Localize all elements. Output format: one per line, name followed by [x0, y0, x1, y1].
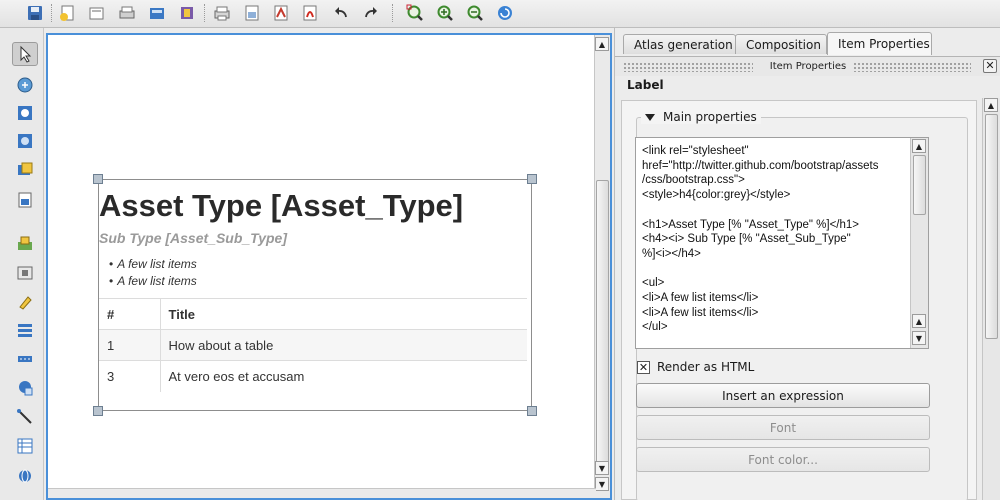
resize-handle[interactable] — [93, 406, 103, 416]
table-cell: How about a table — [160, 329, 527, 361]
table-cell: 3 — [99, 360, 161, 392]
editor-scrollbar[interactable]: ▲ ▲ ▼ — [910, 138, 928, 348]
list-item: A few list items — [109, 256, 197, 273]
tab-atlas-generation[interactable]: Atlas generation — [623, 34, 736, 54]
dock-title-bar: Item Properties ✕ — [615, 56, 1000, 76]
add-table-icon[interactable] — [12, 376, 38, 400]
scroll-down-icon[interactable]: ▼ — [595, 477, 609, 491]
render-html-row[interactable]: ✕ Render as HTML — [637, 360, 754, 374]
scroll-up-icon[interactable]: ▲ — [984, 98, 998, 112]
composer-canvas[interactable]: Asset Type [Asset_Type] Sub Type [Asset_… — [46, 33, 612, 500]
scroll-down-icon[interactable]: ▼ — [595, 461, 609, 475]
save-icon[interactable] — [24, 3, 46, 23]
canvas-horizontal-scrollbar[interactable] — [48, 488, 596, 498]
label-subheading: Sub Type [Asset_Sub_Type] — [99, 230, 288, 246]
html-label-item[interactable]: Asset Type [Asset_Type] Sub Type [Asset_… — [98, 179, 532, 411]
font-color-button[interactable]: Font color... — [636, 447, 930, 472]
export-svg-icon[interactable] — [270, 3, 292, 23]
table-header-cell: Title — [160, 298, 527, 330]
main-toolbar — [0, 0, 1000, 28]
collapse-triangle-icon[interactable] — [645, 113, 655, 121]
panel-scrollbar[interactable]: ▲ — [982, 98, 1000, 500]
refresh-icon[interactable] — [494, 3, 516, 23]
canvas-vertical-scrollbar[interactable]: ▲ ▼ ▼ — [594, 35, 610, 498]
properties-panel: Atlas generation Composition Item Proper… — [614, 28, 1000, 500]
composer-manager-icon[interactable] — [146, 3, 168, 23]
close-icon[interactable]: ✕ — [983, 59, 997, 73]
export-pdf-icon[interactable] — [299, 3, 321, 23]
resize-handle[interactable] — [93, 174, 103, 184]
page-setup-icon[interactable] — [116, 3, 138, 23]
tab-item-properties[interactable]: Item Properties — [827, 32, 932, 55]
label-table: # Title 1 How about a table 3 At vero eo… — [99, 298, 527, 392]
list-item: A few list items — [109, 273, 197, 290]
editor-text[interactable]: <link rel="stylesheet" href="http://twit… — [642, 144, 910, 335]
add-legend-icon[interactable] — [12, 261, 38, 285]
move-content-icon[interactable] — [12, 129, 38, 153]
scroll-down-icon[interactable]: ▼ — [912, 331, 926, 345]
add-arrow-icon[interactable] — [12, 347, 38, 371]
new-composer-icon[interactable] — [57, 3, 79, 23]
add-image-icon[interactable] — [12, 188, 38, 212]
scroll-thumb[interactable] — [913, 155, 926, 215]
tab-composition[interactable]: Composition — [735, 34, 827, 54]
export-image-icon[interactable] — [241, 3, 263, 23]
group-title: Main properties — [663, 110, 757, 124]
table-cell: 1 — [99, 329, 161, 361]
add-html-icon[interactable] — [12, 464, 38, 488]
label-text-editor[interactable]: <link rel="stylesheet" href="http://twit… — [635, 137, 929, 349]
label-bullet-list: A few list items A few list items — [109, 256, 197, 290]
dock-title: Item Properties — [763, 61, 853, 72]
group-header[interactable]: Main properties — [641, 110, 761, 124]
render-html-checkbox[interactable]: ✕ — [637, 360, 650, 374]
table-cell: At vero eos et accusam — [160, 360, 527, 392]
label-heading: Asset Type [Asset_Type] — [99, 188, 464, 223]
add-scalebar-icon[interactable] — [12, 290, 38, 314]
add-attribute-table-icon[interactable] — [12, 434, 38, 458]
render-html-label: Render as HTML — [657, 360, 755, 374]
table-row: 1 How about a table — [99, 329, 527, 361]
scroll-up-icon[interactable]: ▲ — [912, 139, 926, 153]
duplicate-composer-icon[interactable] — [86, 3, 108, 23]
redo-icon[interactable] — [360, 3, 382, 23]
font-button[interactable]: Font — [636, 415, 930, 440]
table-header-cell: # — [99, 298, 161, 330]
add-line-icon[interactable] — [12, 405, 38, 429]
add-label-icon[interactable] — [12, 231, 38, 255]
add-map-icon[interactable] — [12, 158, 38, 182]
table-row: 3 At vero eos et accusam — [99, 360, 527, 392]
properties-scroll-area: Main properties <link rel="stylesheet" h… — [621, 100, 977, 500]
pan-icon[interactable] — [12, 73, 38, 97]
select-move-icon[interactable] — [12, 42, 38, 66]
load-template-icon[interactable] — [176, 3, 198, 23]
scroll-up-icon[interactable]: ▲ — [595, 37, 609, 51]
scroll-up-icon[interactable]: ▲ — [912, 314, 926, 328]
resize-handle[interactable] — [527, 406, 537, 416]
zoom-in-icon[interactable] — [434, 3, 456, 23]
undo-icon[interactable] — [330, 3, 352, 23]
add-shape-icon[interactable] — [12, 318, 38, 342]
scroll-thumb[interactable] — [596, 180, 609, 470]
zoom-tool-icon[interactable] — [12, 101, 38, 125]
scroll-thumb[interactable] — [985, 114, 998, 339]
section-title: Label — [627, 78, 664, 92]
tools-toolbar — [0, 28, 44, 500]
zoom-full-icon[interactable] — [404, 3, 426, 23]
table-header-row: # Title — [99, 298, 527, 330]
resize-handle[interactable] — [527, 174, 537, 184]
insert-expression-button[interactable]: Insert an expression — [636, 383, 930, 408]
panel-tabs: Atlas generation Composition Item Proper… — [623, 32, 1000, 55]
zoom-out-icon[interactable] — [464, 3, 486, 23]
print-icon[interactable] — [211, 3, 233, 23]
